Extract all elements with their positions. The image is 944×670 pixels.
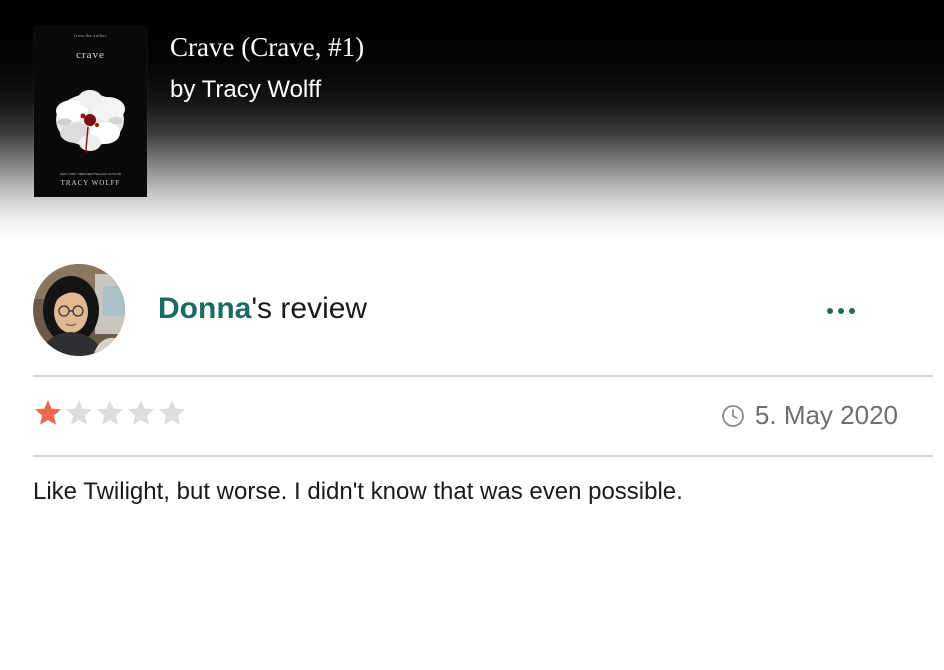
more-horizontal-icon-dot bbox=[849, 308, 855, 314]
star-filled-icon bbox=[33, 398, 63, 428]
divider bbox=[33, 375, 933, 377]
reviewer-avatar[interactable] bbox=[33, 264, 125, 356]
book-header: from the author crave NEW YORK TIMES BES… bbox=[0, 0, 944, 240]
avatar-photo bbox=[33, 264, 125, 356]
more-horizontal-icon bbox=[827, 308, 833, 314]
cover-author-note: NEW YORK TIMES BESTSELLING AUTHOR bbox=[60, 172, 121, 176]
divider bbox=[33, 455, 933, 457]
cover-tagline: from the author bbox=[74, 33, 107, 38]
reviewer-name-link[interactable]: Donna bbox=[158, 292, 251, 325]
book-title[interactable]: Crave (Crave, #1) bbox=[170, 32, 364, 63]
cover-flower-art bbox=[56, 90, 125, 153]
star-empty-icon bbox=[64, 398, 94, 428]
clock-icon bbox=[722, 404, 744, 427]
more-horizontal-icon-dot bbox=[838, 308, 844, 314]
review-date: 5. May 2020 bbox=[721, 400, 898, 431]
cover-title: crave bbox=[76, 49, 105, 61]
star-empty-icon bbox=[157, 398, 187, 428]
more-options-button[interactable] bbox=[815, 296, 867, 326]
review-heading-suffix: 's review bbox=[251, 292, 368, 325]
star-empty-icon bbox=[95, 398, 125, 428]
book-cover[interactable]: from the author crave NEW YORK TIMES BES… bbox=[34, 27, 147, 197]
review-heading: Donna's review bbox=[158, 292, 367, 326]
review-body: Like Twilight, but worse. I didn't know … bbox=[33, 478, 683, 505]
star-rating bbox=[33, 398, 187, 428]
book-author[interactable]: by Tracy Wolff bbox=[170, 76, 321, 104]
review-date-text: 5. May 2020 bbox=[754, 400, 898, 430]
cover-author: TRACY WOLFF bbox=[60, 179, 121, 187]
review-screen: from the author crave NEW YORK TIMES BES… bbox=[0, 0, 944, 670]
star-empty-icon bbox=[126, 398, 156, 428]
